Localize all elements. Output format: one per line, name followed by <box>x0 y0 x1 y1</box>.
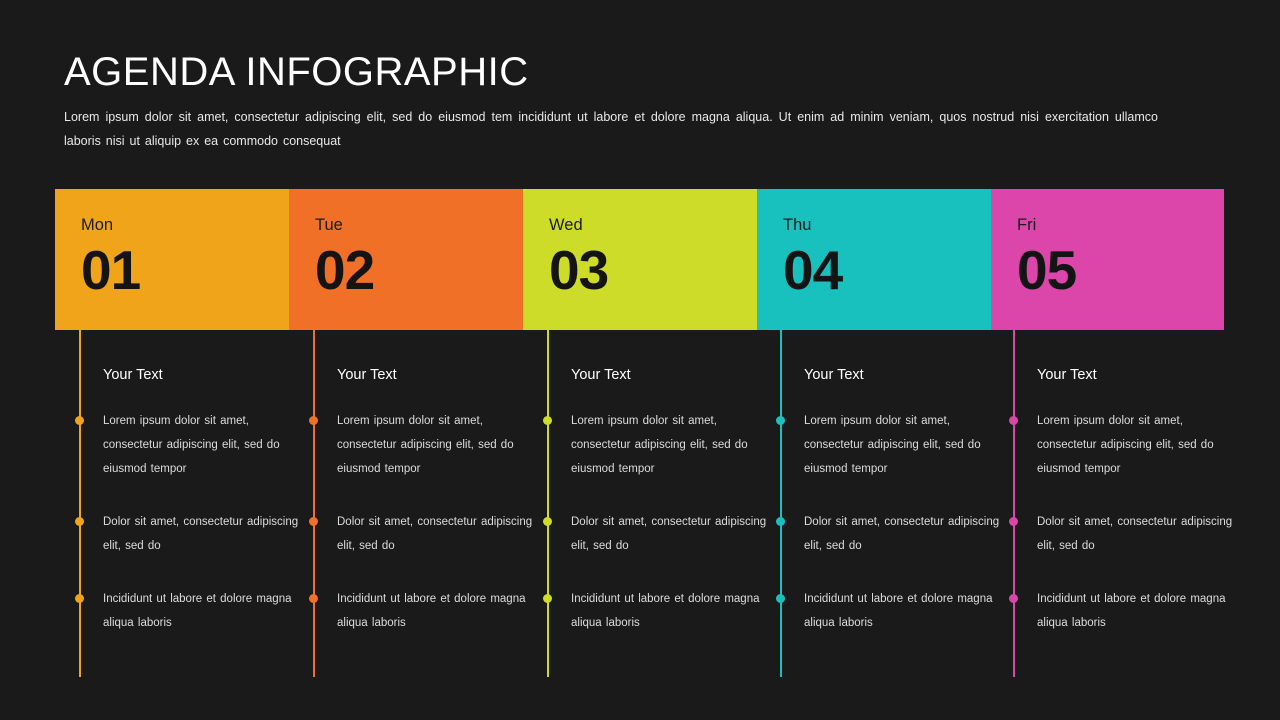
day-card-thu[interactable]: Thu 04 <box>757 189 991 330</box>
bullet-dot-icon <box>543 593 552 603</box>
bullet-text: Dolor sit amet, consectetur adipiscing e… <box>571 515 767 552</box>
agenda-columns: Your Text Lorem ipsum dolor sit amet, co… <box>0 330 1280 690</box>
column-heading-fri: Your Text <box>1037 367 1097 383</box>
bullet-dot-icon <box>309 516 318 526</box>
day-card-tue[interactable]: Tue 02 <box>289 189 523 330</box>
bullet-item: Incididunt ut labore et dolore magna ali… <box>309 587 542 635</box>
bullet-text: Lorem ipsum dolor sit amet, consectetur … <box>103 414 280 475</box>
day-name-wed: Wed <box>549 216 583 234</box>
day-number-wed: 03 <box>549 238 609 301</box>
bullet-item: Incididunt ut labore et dolore magna ali… <box>776 587 1009 635</box>
bullet-dot-icon <box>75 516 84 526</box>
bullet-item: Lorem ipsum dolor sit amet, consectetur … <box>776 409 1009 481</box>
bullet-item: Dolor sit amet, consectetur adipiscing e… <box>309 510 542 558</box>
bullet-item: Dolor sit amet, consectetur adipiscing e… <box>776 510 1009 558</box>
day-number-tue: 02 <box>315 238 375 301</box>
bullet-dot-icon <box>543 516 552 526</box>
day-card-wed[interactable]: Wed 03 <box>523 189 757 330</box>
agenda-column-thu: Your Text Lorem ipsum dolor sit amet, co… <box>776 330 1013 678</box>
bullet-text: Dolor sit amet, consectetur adipiscing e… <box>1037 515 1233 552</box>
bullet-item: Dolor sit amet, consectetur adipiscing e… <box>75 510 308 558</box>
bullet-text: Lorem ipsum dolor sit amet, consectetur … <box>1037 414 1214 475</box>
timeline-line-fri <box>1013 330 1015 677</box>
bullet-text: Lorem ipsum dolor sit amet, consectetur … <box>337 414 514 475</box>
day-name-mon: Mon <box>81 216 114 234</box>
bullet-item: Dolor sit amet, consectetur adipiscing e… <box>1009 510 1242 558</box>
bullet-item: Lorem ipsum dolor sit amet, consectetur … <box>1009 409 1242 481</box>
column-heading-thu: Your Text <box>804 367 864 383</box>
timeline-line-thu <box>780 330 782 677</box>
bullet-dot-icon <box>776 516 785 526</box>
bullet-text: Incididunt ut labore et dolore magna ali… <box>337 592 526 629</box>
bullet-dot-icon <box>776 415 785 425</box>
bullet-text: Incididunt ut labore et dolore magna ali… <box>1037 592 1226 629</box>
column-heading-wed: Your Text <box>571 367 631 383</box>
bullet-dot-icon <box>776 593 785 603</box>
bullet-text: Dolor sit amet, consectetur adipiscing e… <box>804 515 1000 552</box>
day-name-thu: Thu <box>783 216 812 234</box>
bullet-dot-icon <box>543 415 552 425</box>
bullet-text: Dolor sit amet, consectetur adipiscing e… <box>103 515 299 552</box>
bullet-dot-icon <box>75 593 84 603</box>
bullet-dot-icon <box>75 415 84 425</box>
timeline-line-wed <box>547 330 549 677</box>
bullet-text: Incididunt ut labore et dolore magna ali… <box>103 592 292 629</box>
page-title: AGENDA INFOGRAPHIC <box>64 50 529 94</box>
bullet-dot-icon <box>1009 593 1018 603</box>
bullet-dot-icon <box>1009 415 1018 425</box>
day-name-tue: Tue <box>315 216 343 234</box>
agenda-column-mon: Your Text Lorem ipsum dolor sit amet, co… <box>75 330 312 678</box>
column-heading-mon: Your Text <box>103 367 163 383</box>
timeline-line-tue <box>313 330 315 677</box>
timeline-line-mon <box>79 330 81 677</box>
bullet-text: Incididunt ut labore et dolore magna ali… <box>571 592 760 629</box>
bullet-item: Incididunt ut labore et dolore magna ali… <box>75 587 308 635</box>
agenda-column-wed: Your Text Lorem ipsum dolor sit amet, co… <box>543 330 780 678</box>
bullet-text: Dolor sit amet, consectetur adipiscing e… <box>337 515 533 552</box>
bullet-item: Lorem ipsum dolor sit amet, consectetur … <box>75 409 308 481</box>
bullet-dot-icon <box>309 415 318 425</box>
bullet-text: Lorem ipsum dolor sit amet, consectetur … <box>804 414 981 475</box>
day-card-mon[interactable]: Mon 01 <box>55 189 289 330</box>
agenda-infographic-slide: AGENDA INFOGRAPHIC Lorem ipsum dolor sit… <box>0 0 1280 720</box>
bullet-dot-icon <box>1009 516 1018 526</box>
day-name-fri: Fri <box>1017 216 1037 234</box>
bullet-text: Lorem ipsum dolor sit amet, consectetur … <box>571 414 748 475</box>
bullet-item: Lorem ipsum dolor sit amet, consectetur … <box>309 409 542 481</box>
page-subtitle: Lorem ipsum dolor sit amet, consectetur … <box>64 110 1158 148</box>
agenda-column-fri: Your Text Lorem ipsum dolor sit amet, co… <box>1009 330 1246 678</box>
column-heading-tue: Your Text <box>337 367 397 383</box>
bullet-item: Lorem ipsum dolor sit amet, consectetur … <box>543 409 776 481</box>
day-card-fri[interactable]: Fri 05 <box>991 189 1224 330</box>
bullet-item: Dolor sit amet, consectetur adipiscing e… <box>543 510 776 558</box>
agenda-column-tue: Your Text Lorem ipsum dolor sit amet, co… <box>309 330 546 678</box>
day-number-fri: 05 <box>1017 238 1077 301</box>
day-number-thu: 04 <box>783 238 843 301</box>
bullet-text: Incididunt ut labore et dolore magna ali… <box>804 592 993 629</box>
bullet-dot-icon <box>309 593 318 603</box>
day-number-mon: 01 <box>81 238 141 301</box>
bullet-item: Incididunt ut labore et dolore magna ali… <box>543 587 776 635</box>
day-header-band: Mon 01 Tue 02 Wed 03 Thu 04 Fri 05 <box>55 189 1224 330</box>
bullet-item: Incididunt ut labore et dolore magna ali… <box>1009 587 1242 635</box>
